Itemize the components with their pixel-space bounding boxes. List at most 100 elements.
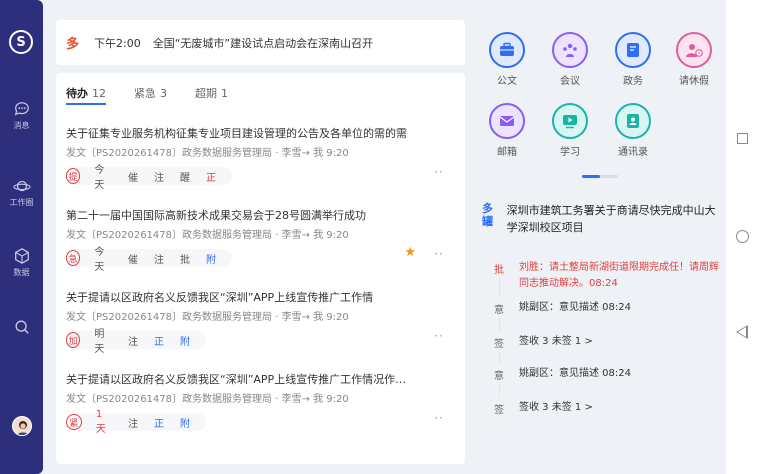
task-meta: 发文〔PS2020261478〕政务数据服务管理局 · 李雪→ 我 9:20 [66, 230, 349, 241]
more-icon[interactable]: ·· [434, 165, 444, 179]
more-icon[interactable]: ·· [434, 411, 444, 425]
timeline-text: 刘胜：请土整局新湖街道限期完成任！请周辉同志推动解决。08:24 [519, 262, 719, 289]
rail-label: 数据 [13, 268, 30, 277]
system-nav-bar [726, 0, 758, 474]
more-icon[interactable]: ·· [434, 329, 444, 343]
note-action[interactable]: 注 [154, 169, 164, 184]
remind-action[interactable]: 催 [128, 251, 138, 266]
alert-action[interactable]: 醒 [180, 169, 190, 184]
app-contacts[interactable]: 通讯录 [608, 103, 658, 158]
notice-text: 全国“无废城市”建设试点启动会在深南山召开 [152, 36, 374, 50]
task-badge: 提 [66, 168, 81, 184]
tab-count: 3 [160, 87, 167, 100]
timeline-item: 批 刘胜：请土整局新湖街道限期完成任！请周辉同志推动解决。08:24 [489, 258, 721, 292]
task-due[interactable]: 明天 [94, 325, 112, 355]
timeline-dot: 签 [489, 332, 509, 352]
task-badge: 急 [66, 250, 81, 266]
timeline-item: 意 姚副区：意见描述 08:24 [489, 364, 721, 384]
task-item[interactable]: 第二十一届中国国际高新技术成果交易会于28号圆满举行成功 发文〔PS202026… [66, 207, 456, 273]
tab-todo[interactable]: 待办 12 [66, 85, 106, 105]
app-mail[interactable]: 邮箱 [482, 103, 532, 158]
task-due[interactable]: 1天 [96, 409, 112, 435]
app-logo[interactable]: S [9, 30, 33, 54]
task-item[interactable]: 关于提请以区政府名义反馈我区“深圳”APP上线宣传推广工作情 发文〔PS2020… [66, 289, 456, 355]
official-action[interactable]: 正 [206, 169, 216, 184]
attach-action[interactable]: 附 [206, 251, 216, 266]
attach-action[interactable]: 附 [180, 415, 190, 430]
page-indicator-active [582, 175, 600, 178]
message-header: 多罐 深圳市建筑工务署关于商请尽快完成中山大学深圳校区项目 [482, 202, 722, 236]
task-actions: 提 今天 催 注 醒 正 [66, 165, 232, 191]
app-label: 请休假 [679, 76, 709, 87]
task-item[interactable]: 关于提请以区政府名义反馈我区“深圳”APP上线宣传推广工作情况作… 发文〔PS2… [66, 371, 456, 435]
task-title: 关于征集专业服务机构征集专业项目建设管理的公告及各单位的需的需 [66, 127, 407, 140]
rail-label: 工作圈 [9, 198, 34, 207]
note-action[interactable]: 注 [154, 251, 164, 266]
approve-action[interactable]: 批 [180, 251, 190, 266]
chat-icon [14, 102, 29, 116]
official-action[interactable]: 正 [154, 415, 164, 430]
task-title: 第二十一届中国国际高新技术成果交易会于28号圆满举行成功 [66, 209, 366, 222]
tab-label: 超期 [195, 87, 217, 100]
attach-action[interactable]: 附 [180, 333, 190, 348]
app-government[interactable]: 政务 [608, 32, 658, 87]
tab-urgent[interactable]: 紧急 3 [134, 85, 167, 105]
task-actions: 紧 1天 注 正 附 [66, 409, 206, 435]
cube-icon [14, 248, 29, 264]
timeline-item-signed[interactable]: 签 签收 3 未签 1 > [489, 398, 721, 418]
notice-time: 下午2:00 [94, 36, 141, 50]
remind-action[interactable]: 催 [128, 169, 138, 184]
leave-icon [676, 32, 712, 68]
tab-label: 待办 [66, 87, 88, 100]
app-label: 会议 [560, 76, 580, 87]
timeline-dot: 意 [489, 298, 509, 318]
note-action[interactable]: 注 [128, 333, 138, 348]
task-due[interactable]: 今天 [94, 243, 112, 273]
tab-count: 1 [221, 87, 228, 100]
rail-item-messages[interactable]: 消息 [0, 100, 43, 131]
task-item[interactable]: 关于征集专业服务机构征集专业项目建设管理的公告及各单位的需的需 发文〔PS202… [66, 125, 456, 191]
timeline-item-signed[interactable]: 签 签收 3 未签 1 > [489, 332, 721, 352]
rail-item-workcircle[interactable]: 工作圈 [0, 177, 43, 208]
meeting-icon [552, 32, 588, 68]
nav-rail: S 消息 工作圈 数据 [0, 0, 43, 474]
app-learning[interactable]: 学习 [545, 103, 595, 158]
contacts-icon [615, 103, 651, 139]
task-meta: 发文〔PS2020261478〕政务数据服务管理局 · 李雪→ 我 9:20 [66, 312, 349, 323]
task-meta: 发文〔PS2020261478〕政务数据服务管理局 · 李雪→ 我 9:20 [66, 394, 349, 405]
notice-bar[interactable]: 多 下午2:00 全国“无废城市”建设试点启动会在深南山召开 [56, 20, 465, 65]
task-due[interactable]: 今天 [94, 161, 112, 191]
timeline-text: 姚副区：意见描述 08:24 [519, 302, 631, 313]
note-action[interactable]: 注 [128, 415, 138, 430]
app-meeting[interactable]: 会议 [545, 32, 595, 87]
search-icon [14, 320, 29, 334]
task-actions: 加 明天 注 正 附 [66, 329, 206, 355]
video-icon [552, 103, 588, 139]
rail-item-data[interactable]: 数据 [0, 247, 43, 278]
tab-label: 紧急 [134, 87, 156, 100]
app-docs[interactable]: 公文 [482, 32, 532, 87]
app-label: 邮箱 [497, 147, 517, 158]
tasks-panel: 待办 12 紧急 3 超期 1 关于征集专业服务机构征集专业项目建设管理的公告及… [56, 73, 465, 464]
home-icon[interactable] [736, 230, 749, 243]
back-icon[interactable] [736, 325, 748, 339]
avatar[interactable] [12, 416, 32, 436]
timeline-item: 意 姚副区：意见描述 08:24 [489, 298, 721, 318]
task-meta: 发文〔PS2020261478〕政务数据服务管理局 · 李雪→ 我 9:20 [66, 148, 349, 159]
app-leave[interactable]: 请休假 [669, 32, 719, 87]
task-badge: 紧 [66, 414, 82, 430]
page-indicator [582, 175, 618, 178]
timeline-text: 姚副区：意见描述 08:24 [519, 368, 631, 379]
app-label: 通讯录 [618, 147, 648, 158]
tab-overdue[interactable]: 超期 1 [195, 85, 228, 105]
message-title: 深圳市建筑工务署关于商请尽快完成中山大学深圳校区项目 [506, 204, 716, 234]
official-action[interactable]: 正 [154, 333, 164, 348]
more-icon[interactable]: ·· [434, 247, 444, 261]
timeline-dot: 批 [489, 258, 509, 278]
recents-icon[interactable] [737, 133, 748, 144]
message-card[interactable]: 多罐 深圳市建筑工务署关于商请尽快完成中山大学深圳校区项目 批 刘胜：请土整局新… [482, 202, 722, 432]
mail-icon [489, 103, 525, 139]
star-icon[interactable]: ★ [404, 245, 416, 260]
rail-item-search[interactable] [0, 318, 43, 336]
timeline-dot: 签 [489, 398, 509, 418]
